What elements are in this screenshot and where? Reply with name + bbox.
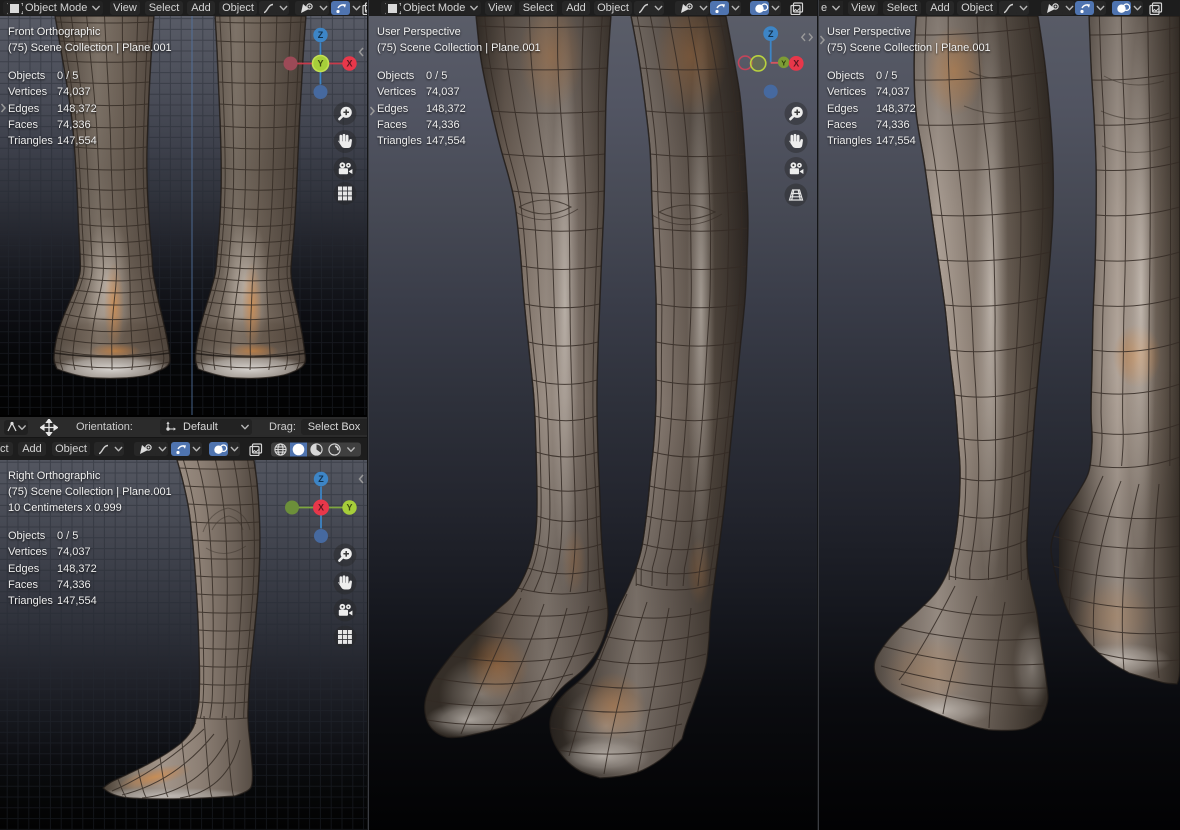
- svg-text:X: X: [318, 503, 324, 513]
- svg-text:X: X: [793, 59, 799, 69]
- svg-text:X: X: [346, 59, 352, 69]
- svg-text:Y: Y: [781, 58, 786, 67]
- svg-text:Y: Y: [317, 59, 323, 69]
- svg-text:Z: Z: [318, 474, 324, 484]
- svg-text:Z: Z: [768, 29, 774, 39]
- svg-text:Y: Y: [346, 503, 352, 513]
- svg-text:Z: Z: [318, 30, 324, 40]
